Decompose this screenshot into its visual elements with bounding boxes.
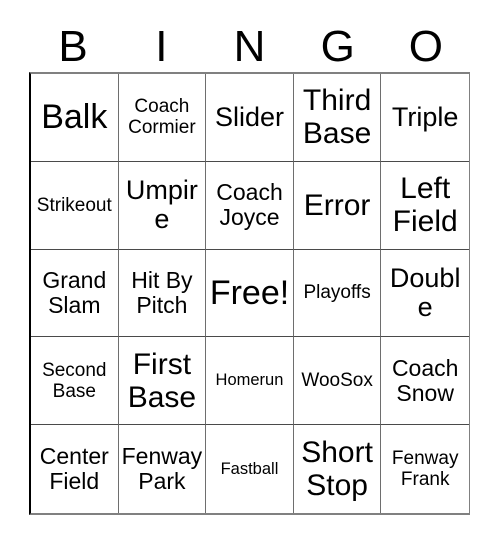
bingo-cell-n5[interactable]: Fastball bbox=[206, 425, 294, 513]
bingo-cell-label: Fenway Park bbox=[121, 443, 203, 495]
bingo-cell-i1[interactable]: Coach Cormier bbox=[118, 74, 207, 162]
bingo-cell-label: Fastball bbox=[220, 459, 279, 478]
bingo-cell-label: Coach Joyce bbox=[216, 179, 283, 231]
bingo-cell-label: Third Base bbox=[302, 84, 372, 151]
bingo-cell-label: Strikeout bbox=[36, 194, 112, 216]
bingo-cell-label: Playoffs bbox=[303, 282, 371, 304]
bingo-cell-o4[interactable]: Coach Snow bbox=[381, 337, 469, 426]
bingo-cell-label: Coach Snow bbox=[391, 354, 459, 406]
bingo-cell-label: Fenway Frank bbox=[391, 448, 459, 491]
bingo-cell-label: Balk bbox=[41, 98, 108, 137]
bingo-cell-label: Second Base bbox=[42, 359, 107, 402]
bingo-cell-n4[interactable]: Homerun bbox=[206, 337, 294, 426]
bingo-header-row: B I N G O bbox=[29, 14, 470, 70]
bingo-cell-g4[interactable]: WooSox bbox=[293, 337, 382, 426]
bingo-grid: Balk Coach Cormier Slider Third Base Tri… bbox=[29, 72, 470, 515]
bingo-cell-label: Hit By Pitch bbox=[131, 266, 193, 318]
bingo-cell-label: Grand Slam bbox=[42, 266, 107, 318]
bingo-cell-b2[interactable]: Strikeout bbox=[31, 161, 119, 250]
bingo-cell-o3[interactable]: Double bbox=[381, 249, 469, 338]
bingo-header-letter-i: I bbox=[155, 22, 168, 71]
bingo-cell-free-space[interactable]: Free! bbox=[206, 249, 294, 338]
bingo-cell-label: Left Field bbox=[392, 172, 458, 239]
bingo-cell-label: Double bbox=[389, 262, 461, 322]
bingo-cell-b3[interactable]: Grand Slam bbox=[31, 249, 119, 338]
bingo-header-letter-o: O bbox=[408, 22, 444, 71]
bingo-cell-g5[interactable]: Short Stop bbox=[293, 425, 382, 513]
bingo-cell-g3[interactable]: Playoffs bbox=[293, 249, 382, 338]
bingo-cell-label: Center Field bbox=[39, 443, 109, 495]
bingo-cell-i2[interactable]: Umpire bbox=[118, 161, 207, 250]
bingo-cell-label: Slider bbox=[214, 101, 284, 132]
bingo-cell-n2[interactable]: Coach Joyce bbox=[206, 161, 294, 250]
bingo-cell-n1[interactable]: Slider bbox=[206, 74, 294, 162]
bingo-card: B I N G O Balk Coach Cormier Slider Thir… bbox=[0, 0, 500, 544]
bingo-cell-b1[interactable]: Balk bbox=[31, 74, 119, 162]
bingo-cell-i4[interactable]: First Base bbox=[118, 337, 207, 426]
bingo-cell-o1[interactable]: Triple bbox=[381, 74, 469, 162]
bingo-header-letter-n: N bbox=[233, 22, 266, 71]
bingo-cell-label: Short Stop bbox=[301, 436, 373, 503]
bingo-cell-label: Umpire bbox=[125, 175, 198, 235]
bingo-cell-label: First Base bbox=[127, 347, 197, 414]
bingo-cell-o2[interactable]: Left Field bbox=[381, 161, 469, 250]
bingo-header-letter-b: B bbox=[58, 22, 88, 71]
bingo-cell-label: WooSox bbox=[301, 370, 373, 392]
bingo-cell-i3[interactable]: Hit By Pitch bbox=[118, 249, 207, 338]
bingo-cell-label: Error bbox=[303, 188, 371, 222]
bingo-cell-o5[interactable]: Fenway Frank bbox=[381, 425, 469, 513]
bingo-cell-g1[interactable]: Third Base bbox=[293, 74, 382, 162]
bingo-cell-b4[interactable]: Second Base bbox=[31, 337, 119, 426]
bingo-header-letter-g: G bbox=[320, 22, 355, 71]
bingo-cell-label: Free! bbox=[209, 273, 290, 312]
bingo-cell-label: Homerun bbox=[215, 371, 284, 390]
bingo-cell-label: Triple bbox=[391, 101, 459, 132]
bingo-cell-label: Coach Cormier bbox=[128, 96, 196, 139]
bingo-cell-g2[interactable]: Error bbox=[293, 161, 382, 250]
bingo-cell-b5[interactable]: Center Field bbox=[31, 425, 119, 513]
bingo-cell-i5[interactable]: Fenway Park bbox=[118, 425, 207, 513]
